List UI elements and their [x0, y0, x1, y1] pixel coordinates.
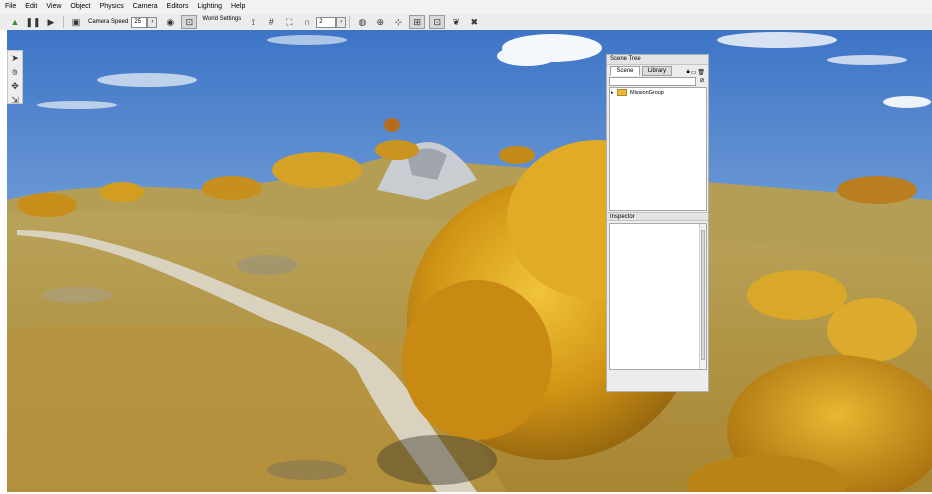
- terrain-icon[interactable]: ▲: [8, 16, 22, 28]
- object-center-icon[interactable]: ⊕: [373, 16, 387, 28]
- left-tool-strip: ➤ ⟄ ✥ ⇲: [7, 50, 23, 106]
- tree-item[interactable]: ▸ MissionGroup: [610, 88, 706, 97]
- clear-filter-icon[interactable]: ⊘: [698, 77, 706, 85]
- menu-object[interactable]: Object: [65, 0, 94, 14]
- new-group-icon[interactable]: ▭: [691, 69, 697, 76]
- select-arrow-icon[interactable]: ➤: [8, 52, 22, 64]
- eye-icon[interactable]: ◉: [163, 16, 177, 28]
- magnet-icon[interactable]: ∩: [300, 16, 314, 28]
- snap-value-arrow[interactable]: ›: [336, 16, 347, 28]
- menu-file[interactable]: File: [0, 0, 20, 14]
- camera-speed-arrow[interactable]: ›: [147, 16, 158, 28]
- inspector-view[interactable]: [609, 223, 707, 370]
- play-icon[interactable]: ▶: [44, 16, 58, 28]
- main-toolbar: ▲ ❚❚ ▶ ▣ Camera Speed 25 › ◉ ⊡ World Set…: [0, 14, 932, 31]
- scale-icon[interactable]: ⇲: [8, 94, 22, 106]
- scene-tree-panel: Scene Tree Scene Library 🔒︎ ▭ 🗑︎ ⊘ ▸ Mis…: [606, 54, 709, 392]
- folder-icon: [617, 89, 627, 96]
- drop-object-icon[interactable]: ✖: [467, 16, 481, 28]
- object-box-icon[interactable]: ⊞: [409, 15, 426, 29]
- scene-tree-view[interactable]: ▸ MissionGroup: [609, 87, 707, 211]
- menu-help[interactable]: Help: [226, 0, 249, 14]
- menu-physics[interactable]: Physics: [95, 0, 128, 14]
- menu-bar: File Edit View Object Physics Camera Edi…: [0, 0, 932, 14]
- bounds-icon[interactable]: ⛶: [282, 16, 296, 28]
- tab-library[interactable]: Library: [642, 66, 672, 76]
- toolbar-divider: [63, 16, 64, 28]
- menu-view[interactable]: View: [41, 0, 65, 14]
- scrollbar-thumb[interactable]: [701, 230, 705, 360]
- camera-speed-label: Camera Speed: [88, 19, 129, 25]
- scene-tree-tabs: Scene Library 🔒︎ ▭ 🗑︎: [607, 65, 708, 76]
- 3d-viewport[interactable]: [7, 30, 932, 492]
- tree-item-label: MissionGroup: [630, 89, 664, 96]
- menu-camera[interactable]: Camera: [128, 0, 162, 14]
- selection-center-icon[interactable]: ⊹: [391, 16, 405, 28]
- move-icon[interactable]: ⟄: [8, 66, 22, 78]
- snap-value-input[interactable]: 2: [316, 16, 337, 28]
- camera-speed-input[interactable]: 25: [131, 16, 148, 28]
- rotate-icon[interactable]: ✥: [8, 80, 22, 92]
- menu-edit[interactable]: Edit: [20, 0, 41, 14]
- globe-icon[interactable]: ◍: [355, 16, 369, 28]
- world-settings-label[interactable]: World Settings: [202, 16, 241, 22]
- left-margin: [0, 30, 7, 494]
- lock-icon[interactable]: 🔒︎: [687, 69, 690, 76]
- inspector-scrollbar[interactable]: [699, 224, 706, 369]
- menu-lighting[interactable]: Lighting: [192, 0, 226, 14]
- visibility-toggle-icon[interactable]: ⊡: [181, 15, 198, 29]
- camera-icon[interactable]: ▣: [69, 16, 83, 28]
- tree-actions: 🔒︎ ▭ 🗑︎: [686, 69, 706, 76]
- filter-row: ⊘: [607, 76, 708, 86]
- grid-snap-icon[interactable]: #: [264, 16, 278, 28]
- heart-icon[interactable]: ❦: [449, 16, 463, 28]
- inspector-title: Inspector: [607, 212, 708, 221]
- scene-tree-title: Scene Tree: [607, 55, 708, 65]
- toolbar-divider: [349, 16, 351, 28]
- terrain-scene: [7, 30, 932, 492]
- tab-scene[interactable]: Scene: [610, 66, 640, 76]
- menu-editors[interactable]: Editors: [162, 0, 193, 14]
- snap-icon[interactable]: ⟟: [246, 16, 260, 28]
- filter-input[interactable]: [609, 76, 696, 86]
- pause-icon[interactable]: ❚❚: [25, 16, 40, 28]
- selection-box-icon[interactable]: ⊡: [429, 15, 446, 29]
- delete-icon[interactable]: 🗑︎: [697, 69, 705, 76]
